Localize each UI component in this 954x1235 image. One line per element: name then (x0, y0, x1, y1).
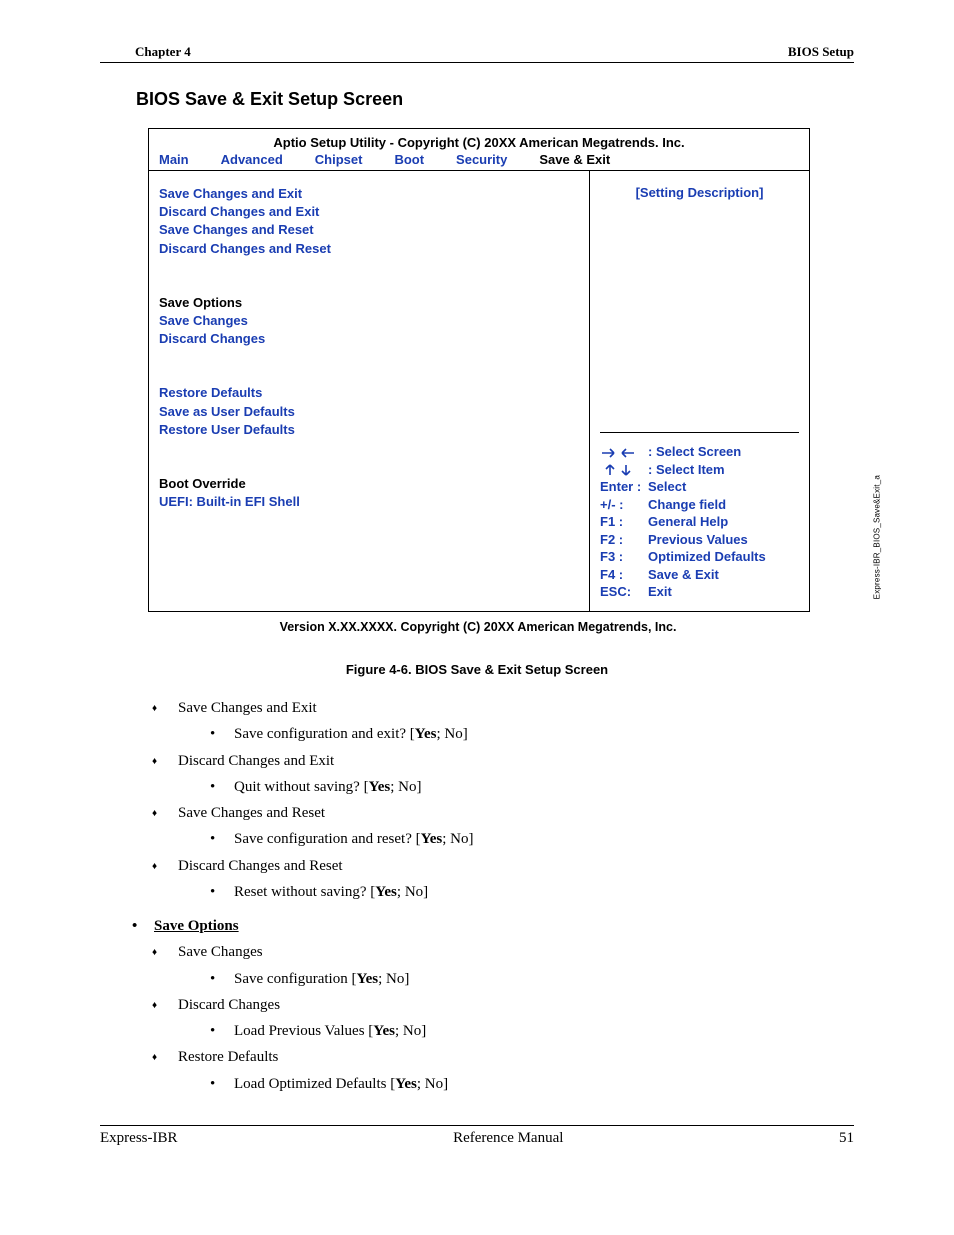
item-save-changes: Save Changes (178, 944, 263, 960)
menu-discard-reset[interactable]: Discard Changes and Reset (159, 240, 579, 258)
menu-discard-changes[interactable]: Discard Changes (159, 330, 579, 348)
arrows-lr-icon (600, 443, 648, 461)
key-esc: ESC: (600, 583, 648, 601)
menu-save-user-defaults[interactable]: Save as User Defaults (159, 403, 579, 421)
sub-save-reset: Save configuration and reset? [Yes; No] (234, 826, 854, 852)
bios-right-panel: [Setting Description] : Select Screen : … (590, 171, 809, 611)
footer-page-number: 51 (839, 1130, 854, 1147)
sub-discard-exit: Quit without saving? [Yes; No] (234, 774, 854, 800)
key-f4: F4 : (600, 566, 648, 584)
tab-boot[interactable]: Boot (394, 152, 440, 167)
tab-advanced[interactable]: Advanced (221, 152, 299, 167)
key-f3: F3 : (600, 548, 648, 566)
bios-screen: Aptio Setup Utility - Copyright (C) 20XX… (148, 128, 810, 612)
sub-discard-changes: Load Previous Values [Yes; No] (234, 1018, 854, 1044)
menu-save-reset[interactable]: Save Changes and Reset (159, 221, 579, 239)
sub-save-changes: Save configuration [Yes; No] (234, 966, 854, 992)
arrows-ud-icon (600, 461, 648, 479)
menu-uefi-shell[interactable]: UEFI: Built-in EFI Shell (159, 493, 579, 511)
item-save-reset: Save Changes and Reset (178, 805, 325, 821)
key-plusminus: +/- : (600, 496, 648, 514)
bios-utility-title: Aptio Setup Utility - Copyright (C) 20XX… (149, 129, 809, 150)
tab-chipset[interactable]: Chipset (315, 152, 379, 167)
page-footer: Express-IBR Reference Manual 51 (100, 1125, 854, 1147)
key-f2: F2 : (600, 531, 648, 549)
help-panel: : Select Screen : Select Item Enter :Sel… (600, 432, 799, 601)
menu-restore-defaults[interactable]: Restore Defaults (159, 384, 579, 402)
bios-tabs: Main Advanced Chipset Boot Security Save… (149, 150, 809, 171)
tab-save-exit[interactable]: Save & Exit (539, 152, 626, 171)
footer-center: Reference Manual (453, 1130, 563, 1147)
menu-save-changes[interactable]: Save Changes (159, 312, 579, 330)
page-header: Chapter 4 BIOS Setup (100, 40, 854, 63)
tab-security[interactable]: Security (456, 152, 523, 167)
description-list: Save Changes and Exit Save configuration… (100, 695, 854, 905)
section-title: BIOS Save & Exit Setup Screen (136, 89, 854, 110)
item-discard-exit: Discard Changes and Exit (178, 753, 334, 769)
sub-save-exit: Save configuration and exit? [Yes; No] (234, 721, 854, 747)
bios-version-line: Version X.XX.XXXX. Copyright (C) 20XX Am… (148, 620, 808, 634)
item-discard-changes: Discard Changes (178, 997, 280, 1013)
figure-caption: Figure 4-6. BIOS Save & Exit Setup Scree… (100, 662, 854, 677)
boot-override-header: Boot Override (159, 475, 579, 493)
menu-save-exit[interactable]: Save Changes and Exit (159, 185, 579, 203)
item-discard-reset: Discard Changes and Reset (178, 858, 343, 874)
figure-side-label: Express-IBR_BIOS_Save&Exit_a (872, 475, 881, 599)
item-save-exit: Save Changes and Exit (178, 700, 317, 716)
sub-discard-reset: Reset without saving? [Yes; No] (234, 879, 854, 905)
menu-restore-user-defaults[interactable]: Restore User Defaults (159, 421, 579, 439)
save-options-header: Save Options (159, 294, 579, 312)
bios-left-panel: Save Changes and Exit Discard Changes an… (149, 171, 590, 611)
footer-left: Express-IBR (100, 1130, 178, 1147)
save-options-heading: Save Options (154, 918, 239, 934)
key-enter: Enter : (600, 478, 648, 496)
key-f1: F1 : (600, 513, 648, 531)
chapter-label: Chapter 4 (135, 44, 191, 60)
item-restore-defaults: Restore Defaults (178, 1049, 278, 1065)
sub-restore-defaults: Load Optimized Defaults [Yes; No] (234, 1071, 854, 1097)
menu-discard-exit[interactable]: Discard Changes and Exit (159, 203, 579, 221)
section-label: BIOS Setup (788, 44, 854, 60)
setting-description: [Setting Description] (600, 185, 799, 200)
tab-main[interactable]: Main (159, 152, 205, 167)
